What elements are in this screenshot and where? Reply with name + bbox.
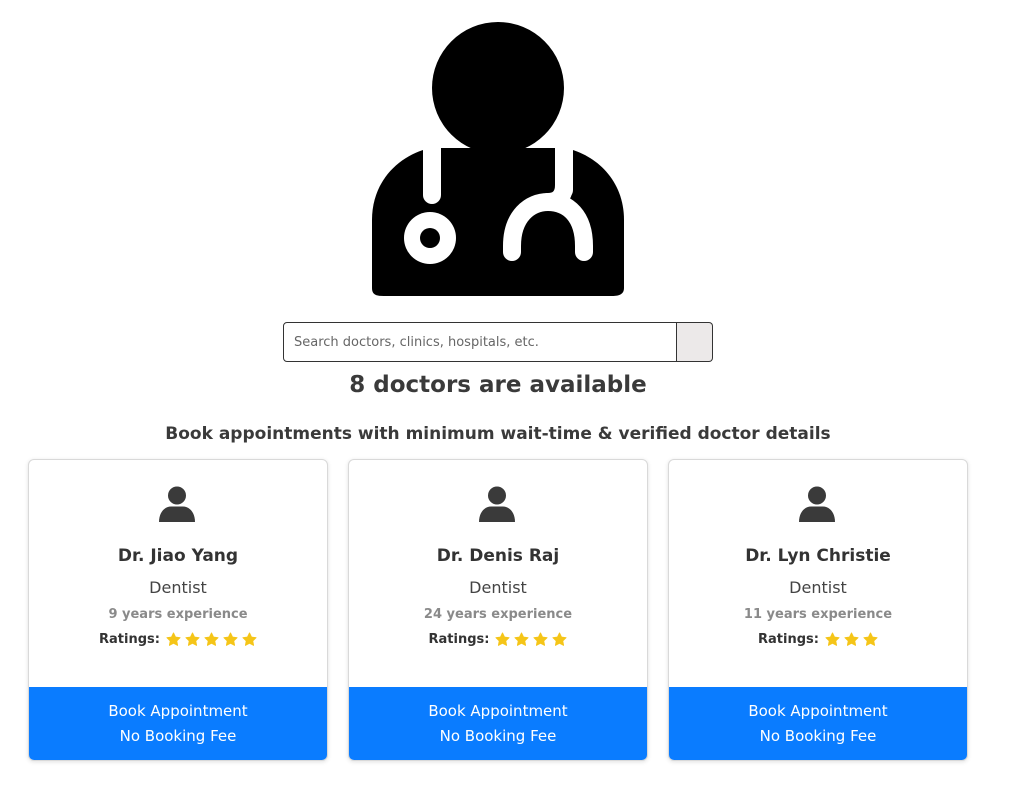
user-icon xyxy=(159,486,195,522)
star-icon xyxy=(514,632,529,646)
book-appointment-label: Book Appointment xyxy=(108,701,248,720)
star-icon xyxy=(166,632,181,646)
doctor-card: Dr. Jiao Yang Dentist 9 years experience… xyxy=(28,459,328,761)
star-icon xyxy=(844,632,859,646)
search-bar xyxy=(283,322,713,362)
search-button[interactable] xyxy=(677,322,713,362)
doctor-card: Dr. Lyn Christie Dentist 11 years experi… xyxy=(668,459,968,761)
book-appointment-label: Book Appointment xyxy=(428,701,568,720)
doctor-experience: 11 years experience xyxy=(743,607,893,622)
star-icon xyxy=(863,632,878,646)
doctor-specialty: Dentist xyxy=(789,578,847,597)
book-appointment-button[interactable]: Book Appointment No Booking Fee xyxy=(349,687,647,760)
book-appointment-button[interactable]: Book Appointment No Booking Fee xyxy=(669,687,967,760)
doctor-ratings: Ratings: xyxy=(669,632,967,647)
ratings-label: Ratings: xyxy=(758,632,819,647)
star-icon xyxy=(533,632,548,646)
star-icon xyxy=(825,632,840,646)
ratings-label: Ratings: xyxy=(428,632,490,647)
book-appointment-label: Book Appointment xyxy=(748,701,888,720)
booking-fee-label: No Booking Fee xyxy=(119,726,237,745)
booking-fee-label: No Booking Fee xyxy=(439,726,557,745)
available-count-heading: 8 doctors are available xyxy=(349,372,647,398)
star-icon xyxy=(495,632,510,646)
page: 8 doctors are available Book appointment… xyxy=(0,0,1024,785)
doctor-specialty: Dentist xyxy=(469,578,527,597)
book-appointment-button[interactable]: Book Appointment No Booking Fee xyxy=(29,687,327,760)
star-icon xyxy=(204,632,219,646)
doctor-name: Dr. Lyn Christie xyxy=(745,546,891,566)
doctor-name: Dr. Denis Raj xyxy=(436,546,560,566)
doctor-card: Dr. Denis Raj Dentist 24 years experienc… xyxy=(348,459,648,761)
star-icon xyxy=(223,632,238,646)
ratings-label: Ratings: xyxy=(99,632,160,647)
doctor-stethoscope-icon xyxy=(372,22,624,296)
doctor-experience: 24 years experience xyxy=(423,607,573,622)
doctor-card-list: Dr. Jiao Yang Dentist 9 years experience… xyxy=(28,459,968,761)
booking-subtitle: Book appointments with minimum wait-time… xyxy=(165,424,831,444)
user-icon xyxy=(479,486,515,522)
star-icon xyxy=(242,632,257,646)
doctor-ratings: Ratings: xyxy=(349,632,647,647)
star-icon xyxy=(552,632,567,646)
star-icon xyxy=(185,632,200,646)
doctor-experience: 9 years experience xyxy=(108,607,248,622)
user-icon xyxy=(799,486,835,522)
doctor-ratings: Ratings: xyxy=(29,632,327,647)
search-input[interactable] xyxy=(283,322,677,362)
booking-fee-label: No Booking Fee xyxy=(759,726,877,745)
doctor-specialty: Dentist xyxy=(149,578,207,597)
doctor-name: Dr. Jiao Yang xyxy=(117,546,239,566)
